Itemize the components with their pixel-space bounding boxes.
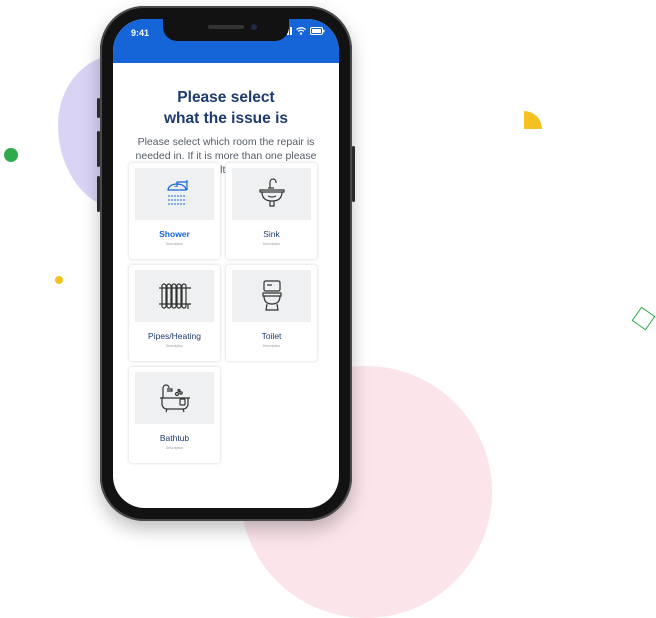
option-card-toilet[interactable]: Toilet Description	[226, 265, 317, 361]
option-image-pipes-heating	[135, 270, 214, 322]
green-dot-decoration	[4, 148, 18, 162]
green-diamond-decoration	[631, 306, 656, 331]
option-label-pipes-heating: Pipes/Heating	[148, 331, 201, 341]
option-image-toilet	[232, 270, 311, 322]
option-image-bathtub	[135, 372, 214, 424]
option-card-pipes-heating[interactable]: Pipes/Heating Description	[129, 265, 220, 361]
option-description-bathtub: Description	[165, 446, 184, 450]
yellow-dot-decoration	[55, 276, 63, 284]
phone-screen: 9:41 Please select what the issue is Ple…	[113, 19, 339, 508]
wifi-icon	[296, 27, 306, 35]
speaker-grille	[208, 25, 244, 29]
option-description-sink: Description	[262, 242, 281, 246]
yellow-quarter-circle-decoration	[524, 111, 542, 129]
option-card-bathtub[interactable]: Bathtub Description	[129, 367, 220, 463]
option-label-shower: Shower	[159, 229, 190, 239]
sink-icon	[258, 178, 285, 207]
power-button	[352, 146, 355, 202]
option-label-sink: Sink	[263, 229, 280, 239]
battery-icon	[310, 27, 325, 35]
bathtub-icon	[159, 384, 190, 413]
mute-switch	[97, 98, 100, 118]
option-card-sink[interactable]: Sink Description	[226, 163, 317, 259]
page-title-line-1: Please select	[177, 89, 275, 106]
phone-frame: 9:41 Please select what the issue is Ple…	[97, 6, 355, 521]
option-label-bathtub: Bathtub	[159, 433, 190, 443]
option-description-shower: Description	[165, 242, 184, 246]
main-content: Please select what the issue is Please s…	[113, 63, 339, 177]
front-camera	[251, 24, 257, 30]
option-label-toilet: Toilet	[261, 331, 282, 341]
page-title-line-2: what the issue is	[163, 110, 289, 127]
page-title: Please select what the issue is	[113, 87, 339, 129]
volume-up-button	[97, 131, 100, 167]
toilet-icon	[261, 280, 282, 311]
phone-notch	[163, 19, 289, 41]
option-image-sink	[232, 168, 311, 220]
option-image-shower	[135, 168, 214, 220]
status-time: 9:41	[131, 28, 150, 38]
option-description-pipes-heating: Description	[165, 344, 184, 348]
radiator-icon	[158, 283, 191, 309]
option-description-toilet: Description	[262, 344, 281, 348]
volume-down-button	[97, 176, 100, 212]
option-card-shower[interactable]: Shower Description	[129, 163, 220, 259]
shower-icon	[166, 180, 188, 205]
issue-options-grid: Shower Description Sink Description Pipe…	[129, 163, 317, 463]
